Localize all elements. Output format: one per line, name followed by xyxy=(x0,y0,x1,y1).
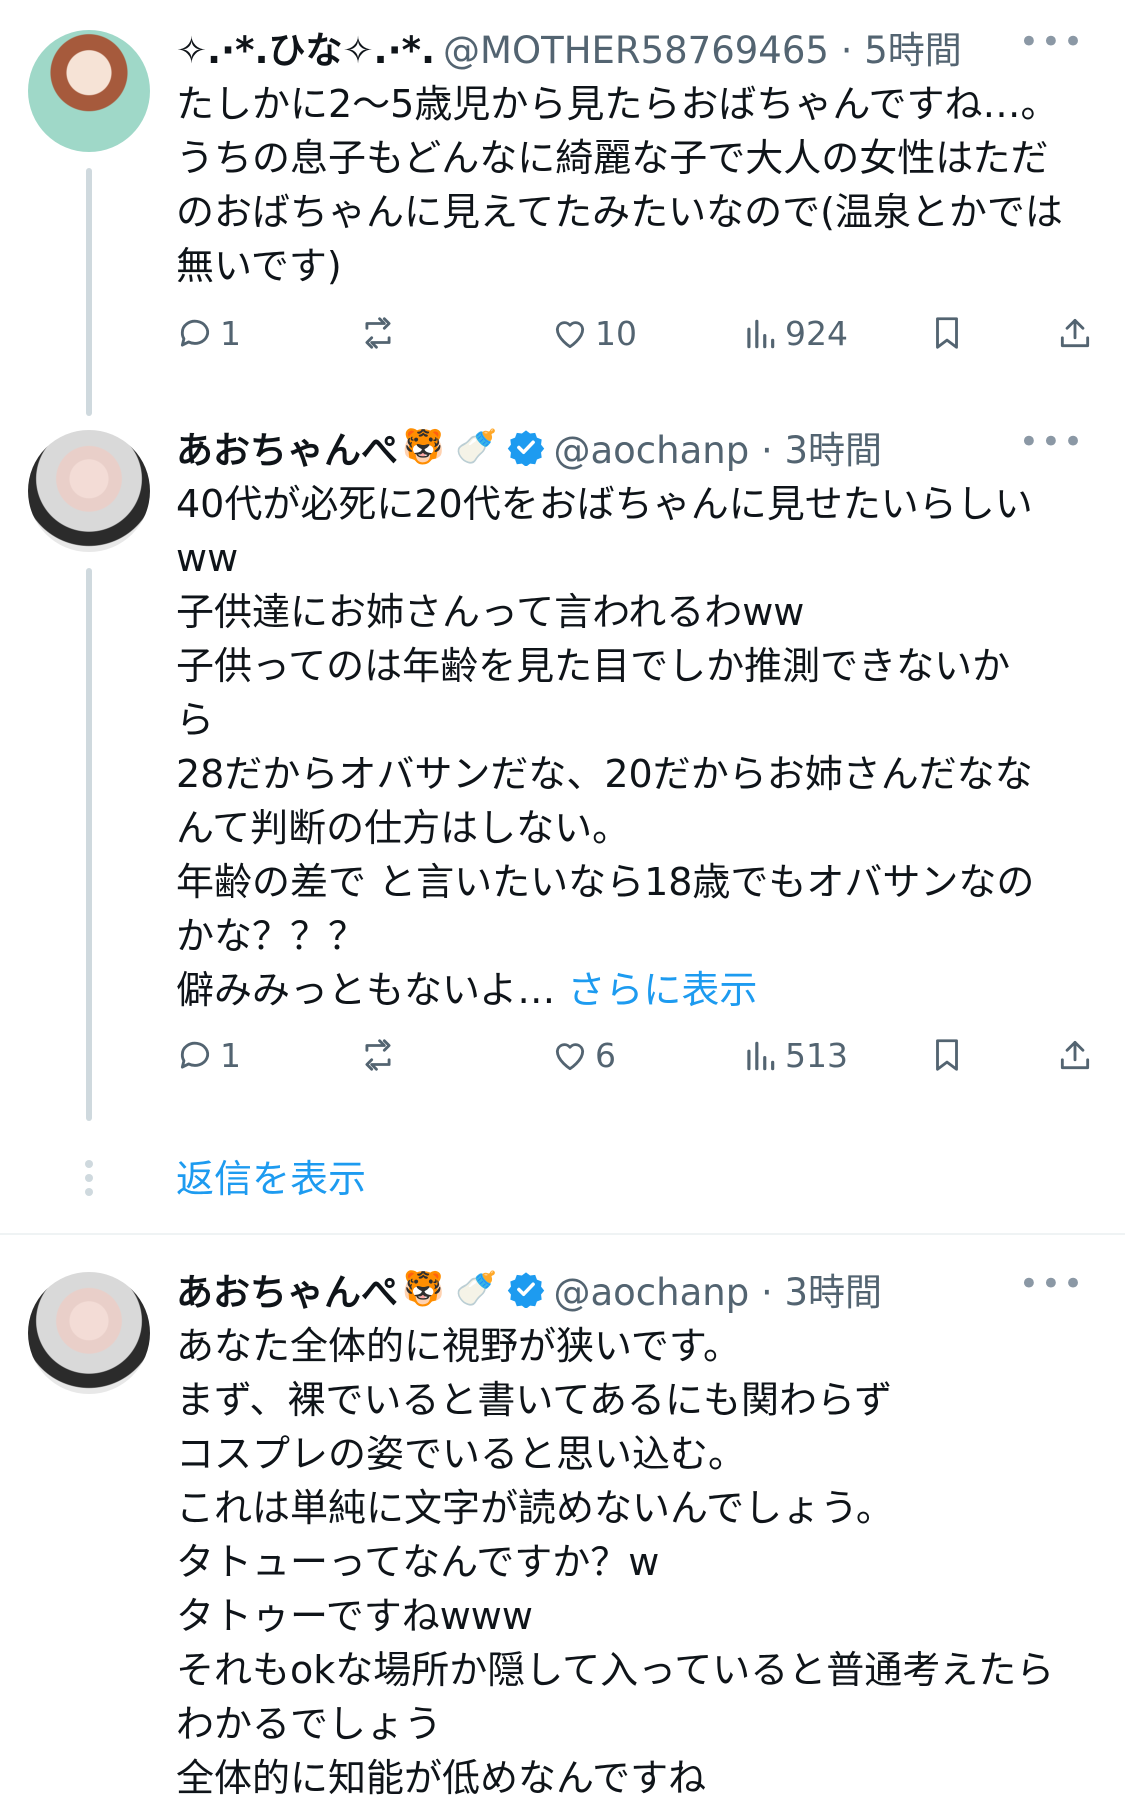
heart-icon xyxy=(555,1042,585,1070)
tweet-text: たしかに2〜5歳児から見たらおばちゃんですね…。 うちの息子もどんなに綺麗な子で… xyxy=(176,82,1063,288)
reply-count: 1 xyxy=(220,1036,241,1075)
bar-chart-icon xyxy=(747,1041,775,1070)
share-button[interactable] xyxy=(1056,314,1094,352)
tweet-text: あなた全体的に視野が狭いです。 まず、裸でいると書いてあるにも関わらず コスプレ… xyxy=(176,1324,1055,1800)
tweet-text: 40代が必死に20代をおばちゃんに見せたいらしい ww 子供達にお姉さんって言わ… xyxy=(176,477,1096,1017)
bar-chart-icon xyxy=(747,319,775,348)
display-name[interactable]: ✧.·*.ひな✧.·*. xyxy=(176,20,435,74)
bookmark-icon xyxy=(936,317,958,349)
thread-dots-icon xyxy=(82,1160,96,1202)
tweet-text-content: 40代が必死に20代をおばちゃんに見せたいらしい ww 子供達にお姉さんって言わ… xyxy=(176,482,1035,1012)
share-icon xyxy=(1060,318,1090,348)
retweet-button[interactable] xyxy=(359,314,397,352)
avatar[interactable] xyxy=(28,1272,150,1394)
display-name[interactable]: あおちゃんぺ xyxy=(176,1262,398,1316)
reply-button[interactable]: 1 xyxy=(176,1036,241,1075)
show-more-link[interactable]: さらに表示 xyxy=(567,968,757,1012)
heart-icon xyxy=(555,320,585,348)
more-icon[interactable]: ••• xyxy=(1019,22,1085,62)
like-button[interactable]: 10 xyxy=(551,314,637,353)
bookmark-button[interactable] xyxy=(928,314,966,352)
avatar[interactable] xyxy=(28,430,150,552)
action-bar: 1 10 924 xyxy=(176,314,1096,364)
handle-and-time[interactable]: @aochanp · 3時間 xyxy=(553,1262,882,1316)
tweet-header: あおちゃんぺ 🐯 🍼 @aochanp · 3時間 ••• xyxy=(176,1264,1085,1314)
thread-line xyxy=(86,168,92,416)
retweet-button[interactable] xyxy=(359,1036,397,1074)
reply-icon xyxy=(180,1041,210,1069)
bookmark-button[interactable] xyxy=(928,1036,966,1074)
name-emoji: 🐯 🍼 xyxy=(402,427,498,467)
bookmark-icon xyxy=(936,1039,958,1071)
thread-line xyxy=(86,568,92,1121)
reply-icon xyxy=(180,319,210,347)
retweet-icon xyxy=(365,317,391,349)
view-count: 924 xyxy=(785,314,848,353)
name-emoji: 🐯 🍼 xyxy=(402,1269,498,1309)
views-button[interactable]: 513 xyxy=(741,1036,848,1075)
tweet-header: あおちゃんぺ 🐯 🍼 @aochanp · 3時間 ••• xyxy=(176,422,1085,472)
more-icon[interactable]: ••• xyxy=(1019,1264,1085,1304)
tweet-header: ✧.·*.ひな✧.·*. @MOTHER58769465 · 5時間 ••• xyxy=(176,22,1085,72)
reply-button[interactable]: 1 xyxy=(176,314,241,353)
divider xyxy=(0,1233,1125,1235)
share-button[interactable] xyxy=(1056,1036,1094,1074)
verified-badge-icon[interactable] xyxy=(507,428,545,466)
handle-and-time[interactable]: @aochanp · 3時間 xyxy=(553,420,882,474)
display-name[interactable]: あおちゃんぺ xyxy=(176,420,398,474)
like-button[interactable]: 6 xyxy=(551,1036,616,1075)
avatar[interactable] xyxy=(28,30,150,152)
retweet-icon xyxy=(365,1039,391,1071)
reply-count: 1 xyxy=(220,314,241,353)
views-button[interactable]: 924 xyxy=(741,314,848,353)
like-count: 10 xyxy=(595,314,637,353)
like-count: 6 xyxy=(595,1036,616,1075)
handle-and-time[interactable]: @MOTHER58769465 · 5時間 xyxy=(443,20,962,74)
action-bar: 1 6 513 xyxy=(176,1036,1096,1086)
share-icon xyxy=(1060,1040,1090,1070)
view-count: 513 xyxy=(785,1036,848,1075)
more-icon[interactable]: ••• xyxy=(1019,422,1085,462)
verified-badge-icon[interactable] xyxy=(507,1270,545,1308)
show-replies-link[interactable]: 返信を表示 xyxy=(176,1148,366,1203)
